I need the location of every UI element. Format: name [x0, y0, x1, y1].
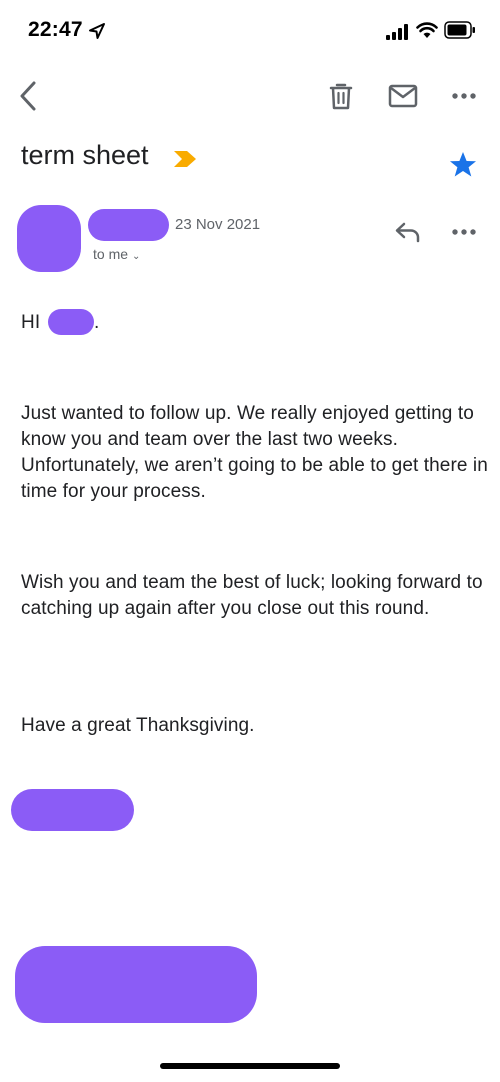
important-marker-icon[interactable]: [172, 149, 198, 169]
reply-icon[interactable]: [394, 220, 422, 244]
body-paragraph-1: Just wanted to follow up. We really enjo…: [21, 403, 488, 502]
message-more-icon[interactable]: [450, 222, 478, 242]
greeting-prefix: HI: [21, 312, 41, 333]
email-date: 23 Nov 2021: [175, 216, 261, 233]
location-arrow-icon: [89, 23, 105, 39]
back-chevron-icon[interactable]: [14, 80, 44, 112]
bottom-content-redacted: [15, 946, 257, 1023]
signature-redacted: [11, 789, 134, 831]
more-horizontal-icon[interactable]: [450, 86, 478, 106]
trash-icon[interactable]: [328, 82, 354, 110]
battery-icon: [444, 21, 475, 39]
recipient-label: to me: [93, 246, 129, 262]
body-paragraph-3: Have a great Thanksgiving.: [21, 715, 255, 736]
email-subject: term sheet: [21, 140, 149, 170]
star-icon[interactable]: [448, 150, 478, 180]
greeting-suffix: .: [94, 312, 100, 333]
mail-icon[interactable]: [388, 84, 418, 108]
chevron-down-icon: ⌄: [132, 251, 141, 262]
sender-name-redacted[interactable]: [88, 209, 169, 241]
recipient-name-redacted: [48, 309, 94, 335]
sender-avatar[interactable]: [17, 205, 81, 272]
wifi-icon: [416, 22, 438, 38]
recipient-details-toggle[interactable]: to me ⌄: [93, 246, 140, 262]
cellular-signal-icon: [386, 24, 408, 40]
body-paragraph-2: Wish you and team the best of luck; look…: [21, 572, 483, 619]
home-indicator[interactable]: [160, 1063, 340, 1069]
status-time: 22:47: [28, 18, 83, 41]
